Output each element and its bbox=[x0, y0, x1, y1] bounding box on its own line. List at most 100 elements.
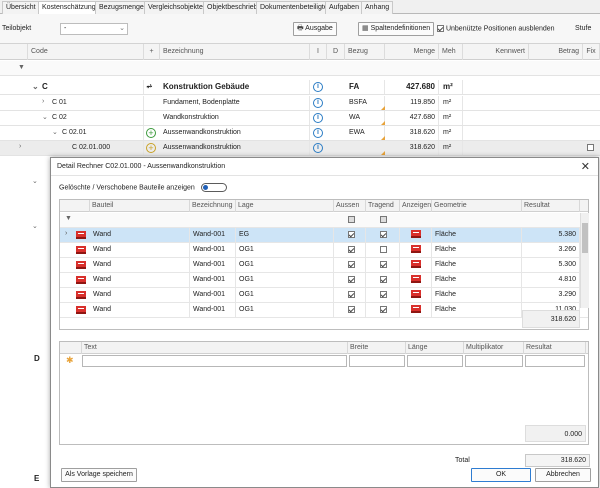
tragend-checkbox[interactable] bbox=[380, 305, 387, 313]
resultat-input[interactable] bbox=[525, 355, 585, 367]
chevron-right-icon[interactable]: › bbox=[42, 98, 44, 105]
show-3d-icon[interactable] bbox=[411, 245, 421, 254]
bauteil-row[interactable]: Wand Wand-001 OG1 Fläche 4.810 bbox=[60, 273, 588, 288]
aussen-checkbox[interactable] bbox=[348, 275, 355, 283]
col-bezeichnung[interactable]: Bezeichnung bbox=[190, 200, 236, 212]
col-resultat[interactable]: Resultat bbox=[524, 342, 586, 354]
col-tragend[interactable]: Tragend bbox=[366, 200, 400, 212]
tab-anhang[interactable]: Anhang bbox=[361, 1, 394, 14]
hide-unused-checkbox[interactable] bbox=[437, 25, 444, 32]
chevron-down-icon[interactable]: ⌄ bbox=[42, 113, 48, 121]
aussen-checkbox[interactable] bbox=[348, 245, 355, 253]
col-menge[interactable]: Menge bbox=[385, 44, 439, 60]
table-row[interactable]: ⌄ C 02 Wandkonstruktion i WA 427.680 m² bbox=[0, 111, 600, 126]
cancel-button[interactable]: Abbrechen bbox=[535, 468, 591, 482]
col-laenge[interactable]: Länge bbox=[406, 342, 464, 354]
col-anzeigen[interactable]: Anzeigen bbox=[400, 200, 432, 212]
col-meh[interactable]: Meh bbox=[439, 44, 463, 60]
tragend-checkbox[interactable] bbox=[380, 245, 387, 253]
show-3d-icon[interactable] bbox=[411, 305, 421, 314]
filter-icon[interactable]: ▼ bbox=[18, 64, 25, 71]
col-breite[interactable]: Breite bbox=[348, 342, 406, 354]
breite-input[interactable] bbox=[349, 355, 405, 367]
info-icon[interactable]: i bbox=[313, 128, 323, 138]
add-circle-icon[interactable]: + bbox=[146, 128, 156, 138]
close-icon[interactable]: ✕ bbox=[581, 158, 590, 176]
col-text[interactable]: Text bbox=[82, 342, 348, 354]
save-template-button[interactable]: Als Vorlage speichern bbox=[61, 468, 137, 482]
aussen-checkbox[interactable] bbox=[348, 305, 355, 313]
col-i[interactable]: I bbox=[310, 44, 327, 60]
show-3d-icon[interactable] bbox=[411, 230, 421, 239]
scrollbar[interactable] bbox=[580, 213, 589, 308]
bauteil-row[interactable]: Wand Wand-001 OG1 Fläche 3.290 bbox=[60, 288, 588, 303]
col-multiplikator[interactable]: Multiplikator bbox=[464, 342, 524, 354]
table-row[interactable]: › C 01 Fundament, Bodenplatte i BSFA 119… bbox=[0, 96, 600, 111]
teilobjekt-select[interactable]: - ⌄ bbox=[60, 23, 128, 35]
hide-unused-toggle[interactable]: Unbenützte Positionen ausblenden bbox=[437, 25, 555, 32]
row-tragend bbox=[366, 258, 400, 272]
col-fix[interactable]: Fix bbox=[583, 44, 600, 60]
tab-objektbeschrieb[interactable]: Objektbeschrieb bbox=[203, 1, 262, 14]
add-circle-icon[interactable]: + bbox=[146, 143, 156, 153]
info-icon[interactable]: i bbox=[313, 82, 323, 92]
col-lage[interactable]: Lage bbox=[236, 200, 334, 212]
filter-icon[interactable]: ▼ bbox=[65, 215, 72, 222]
show-3d-icon[interactable] bbox=[411, 275, 421, 284]
info-icon[interactable]: i bbox=[313, 113, 323, 123]
show-deleted-toggle[interactable] bbox=[200, 183, 227, 192]
show-3d-icon[interactable] bbox=[411, 260, 421, 269]
fix-checkbox[interactable] bbox=[587, 144, 594, 151]
table-row[interactable]: › C 02.01.000 + Aussenwandkonstruktion i… bbox=[0, 141, 600, 156]
col-betrag[interactable]: Betrag bbox=[529, 44, 583, 60]
col-bauteil[interactable]: Bauteil bbox=[90, 200, 190, 212]
bauteil-row[interactable]: › Wand Wand-001 EG Fläche 5.380 bbox=[60, 228, 588, 243]
col-code[interactable]: Code bbox=[28, 44, 144, 60]
aussen-checkbox[interactable] bbox=[348, 230, 355, 238]
scrollbar-thumb[interactable] bbox=[582, 223, 588, 253]
ausgabe-button[interactable]: 🖶 Ausgabe bbox=[293, 22, 337, 36]
col-bezeichnung[interactable]: Bezeichnung bbox=[160, 44, 310, 60]
spaltendefinitionen-button[interactable]: ▦ Spaltendefinitionen bbox=[358, 22, 435, 36]
laenge-input[interactable] bbox=[407, 355, 463, 367]
aussen-checkbox[interactable] bbox=[348, 260, 355, 268]
ok-button[interactable]: OK bbox=[471, 468, 531, 482]
tab-aufgaben[interactable]: Aufgaben bbox=[325, 1, 363, 14]
bauteil-row[interactable]: Wand Wand-001 OG1 Fläche 5.300 bbox=[60, 258, 588, 273]
text-input[interactable] bbox=[82, 355, 347, 367]
bauteil-row[interactable]: WandWand-001OG1Fläche11.030 bbox=[60, 303, 588, 318]
aussen-checkbox[interactable] bbox=[348, 290, 355, 298]
col-kennwert[interactable]: Kennwert bbox=[463, 44, 529, 60]
col-geometrie[interactable]: Geometrie bbox=[432, 200, 522, 212]
row-bezeichnung: Wand-001 bbox=[190, 273, 236, 287]
info-icon[interactable]: i bbox=[313, 143, 323, 153]
col-bezug[interactable]: Bezug bbox=[345, 44, 385, 60]
tragend-checkbox[interactable] bbox=[380, 230, 387, 238]
info-icon[interactable]: i bbox=[313, 98, 323, 108]
tragend-checkbox[interactable] bbox=[380, 275, 387, 283]
chevron-down-icon[interactable]: ⌄ bbox=[52, 128, 58, 136]
col-aussen[interactable]: Aussen bbox=[334, 200, 366, 212]
chevron-down-icon[interactable]: ⌄ bbox=[32, 177, 38, 185]
row-menge: 119.850 bbox=[385, 96, 439, 110]
tragend-checkbox[interactable] bbox=[380, 260, 387, 268]
tragend-filter-checkbox[interactable] bbox=[380, 216, 387, 223]
show-3d-icon[interactable] bbox=[411, 290, 421, 299]
col-resultat[interactable]: Resultat bbox=[522, 200, 580, 212]
aussen-filter-checkbox[interactable] bbox=[348, 216, 355, 223]
multiplikator-input[interactable] bbox=[465, 355, 523, 367]
tab-dokumentenbeteiligte[interactable]: Dokumentenbeteiligte bbox=[256, 1, 332, 14]
table-row[interactable]: ⌄ C 02.01 + Aussenwandkonstruktion i EWA… bbox=[0, 126, 600, 141]
tab-vergleichsobjekte[interactable]: Vergleichsobjekte bbox=[144, 1, 207, 14]
tragend-checkbox[interactable] bbox=[380, 290, 387, 298]
col-d[interactable]: D bbox=[327, 44, 345, 60]
tab-kostenschaetzung[interactable]: Kostenschätzung bbox=[38, 1, 100, 15]
chevron-down-icon[interactable]: ⌄ bbox=[32, 222, 38, 230]
bauteil-row[interactable]: Wand Wand-001 OG1 Fläche 3.260 bbox=[60, 243, 588, 258]
section-letter: D bbox=[34, 354, 40, 363]
col-plus[interactable]: + bbox=[144, 44, 160, 60]
tab-uebersicht[interactable]: Übersicht bbox=[2, 1, 40, 14]
table-row[interactable]: ⌄ C ⩫ Konstruktion Gebäude i FA 427.680 … bbox=[0, 80, 600, 95]
row-lage: OG1 bbox=[236, 273, 334, 287]
chevron-down-icon[interactable]: ⌄ bbox=[32, 82, 39, 91]
